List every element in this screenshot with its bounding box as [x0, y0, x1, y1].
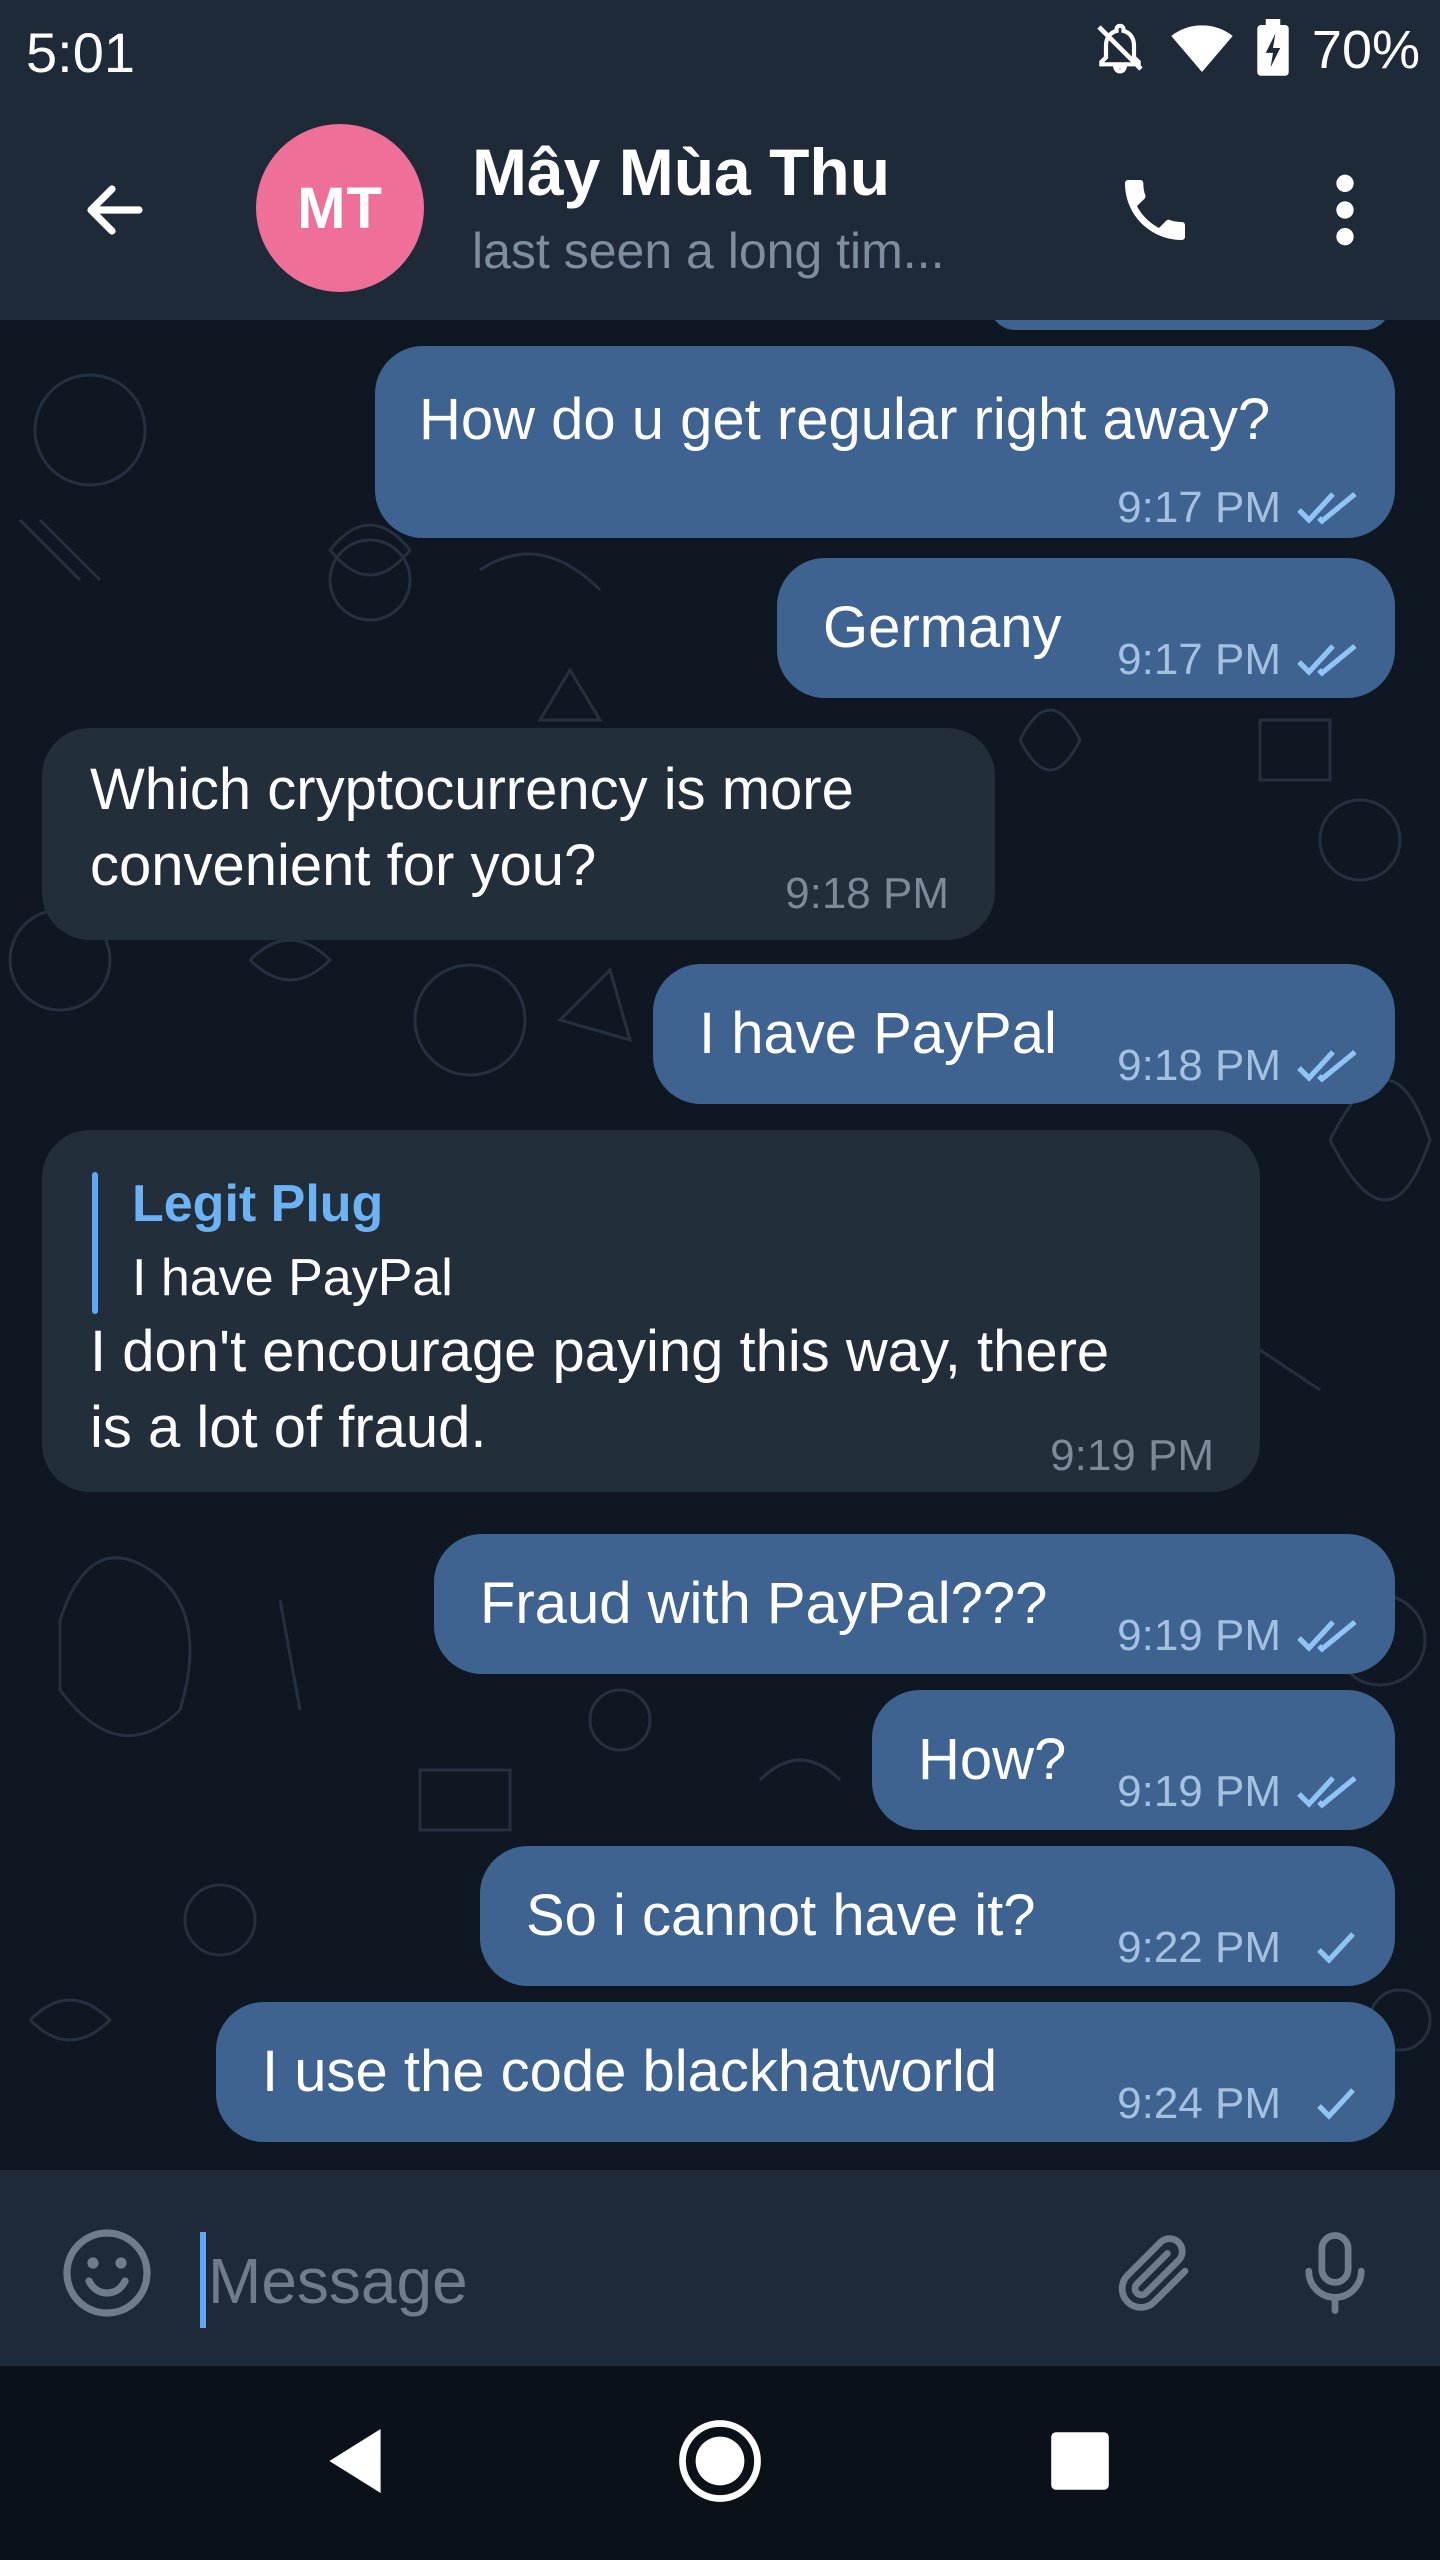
message-text: How do u get regular right away? — [419, 387, 1271, 452]
check-icon — [1317, 1932, 1355, 1964]
wifi-icon — [1170, 20, 1234, 81]
chat-area[interactable]: How do u get regular right away? 9:17 PM… — [0, 320, 1440, 2170]
message-meta: 9:19 PM — [1050, 1418, 1214, 1494]
message-time: 9:17 PM — [1117, 483, 1281, 532]
message-meta: 9:17 PM — [1117, 470, 1365, 546]
message-text: I have PayPal — [699, 1001, 1057, 1066]
message-bubble[interactable]: Germany 9:17 PM — [777, 558, 1395, 698]
message-time: 9:19 PM — [1050, 1431, 1214, 1480]
reply-quote-bar — [92, 1172, 98, 1314]
message-bubble[interactable]: So i cannot have it? 9:22 PM — [480, 1846, 1395, 1986]
message-bubble[interactable]: I have PayPal 9:18 PM — [653, 964, 1395, 1104]
message-bubble[interactable]: Which cryptocurrency is more convenient … — [42, 728, 995, 940]
message-bubble-partial — [990, 320, 1390, 330]
message-meta: 9:22 PM — [1117, 1910, 1365, 1986]
message-meta: 9:17 PM — [1117, 622, 1365, 698]
nav-home-button[interactable] — [665, 2406, 775, 2516]
paperclip-icon — [1118, 2235, 1189, 2311]
message-text-line: I don't encourage paying this way, there — [90, 1319, 1110, 1384]
battery-charging-icon — [1256, 18, 1290, 82]
message-text: How? — [918, 1727, 1067, 1792]
message-text-line: convenient for you? — [90, 833, 597, 898]
message-bubble[interactable]: I use the code blackhatworld 9:24 PM — [216, 2002, 1395, 2142]
double-check-icon — [1297, 643, 1357, 677]
phone-icon — [1125, 180, 1185, 240]
call-button[interactable] — [1100, 155, 1210, 265]
emoji-icon — [63, 2229, 151, 2317]
status-icons: 70% — [1092, 18, 1420, 82]
message-composer — [0, 2170, 1440, 2366]
double-check-icon — [1297, 491, 1357, 525]
message-meta: 9:19 PM — [1117, 1754, 1365, 1830]
attach-button[interactable] — [1100, 2218, 1210, 2328]
nav-back-button[interactable] — [300, 2406, 410, 2516]
check-icon — [1317, 2088, 1355, 2120]
message-time: 9:17 PM — [1117, 635, 1281, 684]
double-check-icon — [1297, 1619, 1357, 1653]
message-bubble[interactable]: How do u get regular right away? 9:17 PM — [375, 346, 1395, 538]
message-meta: 9:19 PM — [1117, 1598, 1365, 1674]
message-time: 9:19 PM — [1117, 1767, 1281, 1816]
message-bubble[interactable]: Fraud with PayPal??? 9:19 PM — [434, 1534, 1395, 1674]
status-bar: 5:01 70% — [0, 0, 1440, 100]
message-input[interactable] — [206, 2220, 1010, 2342]
contact-status: last seen a long tim... — [472, 223, 945, 279]
arrow-back-icon — [87, 185, 143, 235]
message-meta: 9:24 PM — [1117, 2066, 1365, 2142]
reply-author[interactable]: Legit Plug — [132, 1166, 383, 1242]
status-time: 5:01 — [26, 21, 135, 84]
microphone-button[interactable] — [1280, 2218, 1390, 2328]
message-bubble[interactable]: Legit Plug I have PayPal I don't encoura… — [42, 1130, 1260, 1492]
system-nav-bar — [0, 2366, 1440, 2560]
message-bubble[interactable]: How? 9:19 PM — [872, 1690, 1395, 1830]
message-text: Fraud with PayPal??? — [480, 1571, 1048, 1636]
message-time: 9:18 PM — [1117, 1041, 1281, 1090]
nav-back-icon — [329, 2429, 381, 2493]
message-time: 9:18 PM — [785, 869, 949, 918]
battery-percent: 70% — [1311, 20, 1420, 80]
message-time: 9:24 PM — [1117, 2079, 1281, 2128]
message-text: Germany — [823, 595, 1062, 660]
more-menu-button[interactable] — [1290, 155, 1400, 265]
microphone-icon — [1305, 2232, 1365, 2314]
notifications-off-icon — [1092, 20, 1148, 81]
nav-recents-button[interactable] — [1025, 2406, 1135, 2516]
message-time: 9:22 PM — [1117, 1923, 1281, 1972]
message-meta: 9:18 PM — [785, 856, 949, 932]
message-time: 9:19 PM — [1117, 1611, 1281, 1660]
double-check-icon — [1297, 1775, 1357, 1809]
back-button[interactable] — [60, 155, 170, 265]
message-text: So i cannot have it? — [526, 1883, 1036, 1948]
nav-recents-icon — [1051, 2432, 1109, 2490]
chat-header: MT Mây Mùa Thu last seen a long tim... — [0, 100, 1440, 320]
message-text: I use the code blackhatworld — [262, 2039, 998, 2104]
emoji-button[interactable] — [52, 2218, 162, 2328]
contact-name[interactable]: Mây Mùa Thu — [472, 134, 890, 210]
nav-home-icon — [679, 2420, 761, 2502]
more-vertical-icon — [1336, 174, 1354, 246]
message-text-line: Which cryptocurrency is more — [90, 757, 854, 822]
reply-text[interactable]: I have PayPal — [132, 1240, 453, 1316]
message-text-line: is a lot of fraud. — [90, 1395, 487, 1460]
avatar[interactable]: MT — [256, 124, 424, 292]
double-check-icon — [1297, 1049, 1357, 1083]
message-meta: 9:18 PM — [1117, 1028, 1365, 1104]
